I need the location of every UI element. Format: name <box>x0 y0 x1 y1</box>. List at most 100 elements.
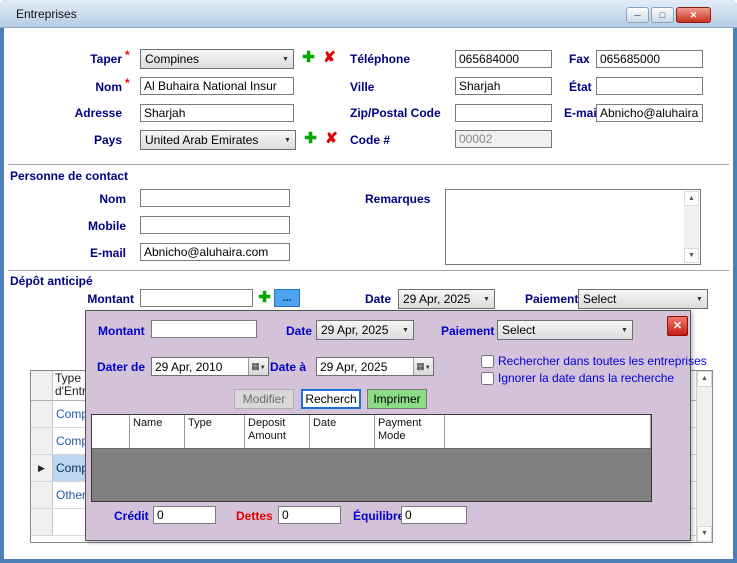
pays-combobox[interactable]: United Arab Emirates ▼ <box>140 130 296 150</box>
deposit-group-title: Dépôt anticipé <box>10 274 93 288</box>
date-a-value: 29 Apr, 2025 <box>317 360 413 374</box>
results-col-selector[interactable] <box>92 415 130 448</box>
results-col-payment-mode[interactable]: Payment Mode <box>375 415 445 448</box>
zip-field[interactable] <box>455 104 552 122</box>
close-icon: ✕ <box>673 320 682 332</box>
pays-label: Pays <box>60 133 122 147</box>
ville-field[interactable] <box>455 77 552 95</box>
dialog-paiement-label: Paiement <box>441 324 494 338</box>
results-table: Name Type Deposit Amount Date Payment Mo… <box>91 414 652 502</box>
delete-country-button[interactable]: ✘ <box>322 129 341 148</box>
checkbox-input[interactable] <box>481 355 494 368</box>
calendar-icon: ▦ <box>416 361 425 371</box>
contact-mobile-label: Mobile <box>60 219 126 233</box>
scroll-down-icon[interactable]: ▼ <box>697 526 712 542</box>
taper-combobox-value: Compines <box>141 52 278 66</box>
scroll-down-icon[interactable]: ▼ <box>684 248 699 263</box>
checkbox-label: Ignorer la date dans la recherche <box>498 371 674 385</box>
etat-field[interactable] <box>596 77 703 95</box>
dater-de-label: Dater de <box>97 360 145 374</box>
modifier-button[interactable]: Modifier <box>234 389 294 409</box>
window-title: Entreprises <box>16 7 77 21</box>
deposit-browse-button[interactable]: ... <box>274 289 300 307</box>
results-col-type[interactable]: Type <box>185 415 245 448</box>
imprimer-button[interactable]: Imprimer <box>367 389 427 409</box>
results-table-header: Name Type Deposit Amount Date Payment Mo… <box>92 415 651 449</box>
add-deposit-button[interactable]: ✚ <box>255 288 274 307</box>
chevron-down-icon: ▼ <box>398 327 413 334</box>
pays-combobox-value: United Arab Emirates <box>141 133 280 147</box>
results-col-deposit-amount[interactable]: Deposit Amount <box>245 415 310 448</box>
equilibre-field[interactable] <box>401 506 467 524</box>
date-a-label: Date à <box>270 360 306 374</box>
add-country-button[interactable]: ✚ <box>301 129 320 148</box>
results-col-date[interactable]: Date <box>310 415 375 448</box>
code-field <box>455 130 552 148</box>
calendar-dropdown-button[interactable]: ▦▼ <box>413 358 433 375</box>
adresse-field[interactable] <box>140 104 294 122</box>
deposit-date-combobox[interactable]: 29 Apr, 2025 ▼ <box>398 289 495 309</box>
fax-field[interactable] <box>596 50 703 68</box>
credit-field[interactable] <box>153 506 216 524</box>
dater-de-value: 29 Apr, 2010 <box>152 360 248 374</box>
maximize-icon: □ <box>660 10 665 20</box>
grid-scrollbar[interactable]: ▲ ▼ <box>696 371 712 542</box>
delete-type-button[interactable]: ✘ <box>320 48 339 67</box>
dialog-paiement-combobox[interactable]: Select ▼ <box>497 320 633 340</box>
minimize-button[interactable]: ─ <box>626 7 649 23</box>
contact-nom-label: Nom <box>60 192 126 206</box>
contact-nom-field[interactable] <box>140 189 290 207</box>
nom-field[interactable] <box>140 77 294 95</box>
chevron-down-icon: ▼ <box>617 327 632 334</box>
paiement-label: Paiement <box>525 292 578 306</box>
montant-field[interactable] <box>140 289 253 307</box>
paiement-combobox[interactable]: Select ▼ <box>578 289 708 309</box>
paiement-value: Select <box>579 292 692 306</box>
dialog-close-button[interactable]: ✕ <box>667 316 688 336</box>
checkbox-label: Rechercher dans toutes les entreprises <box>498 354 707 368</box>
maximize-button[interactable]: □ <box>651 7 674 23</box>
scroll-up-icon[interactable]: ▲ <box>697 371 712 387</box>
scroll-up-icon[interactable]: ▲ <box>684 191 699 206</box>
ellipsis-icon: ... <box>282 292 291 304</box>
search-all-entreprises-checkbox[interactable]: Rechercher dans toutes les entreprises <box>481 354 707 368</box>
dialog-montant-field[interactable] <box>151 320 257 338</box>
remarques-scrollbar[interactable]: ▲ ▼ <box>684 191 699 263</box>
separator <box>8 270 729 272</box>
checkbox-input[interactable] <box>481 372 494 385</box>
contact-group-title: Personne de contact <box>10 169 128 183</box>
date-a-datepicker[interactable]: 29 Apr, 2025 ▦▼ <box>316 357 434 376</box>
dettes-field[interactable] <box>278 506 341 524</box>
dialog-date-combobox[interactable]: 29 Apr, 2025 ▼ <box>316 320 414 340</box>
chevron-down-icon: ▼ <box>278 56 293 63</box>
contact-email-label: E-mail <box>60 246 126 260</box>
close-icon: ✕ <box>690 10 698 20</box>
contact-email-field[interactable] <box>140 243 290 261</box>
form-client-area: Taper * Compines ▼ ✚ ✘ Téléphone Fax Nom… <box>4 28 733 559</box>
email-field[interactable] <box>596 104 703 122</box>
row-selector-arrow-icon: ▶ <box>31 455 53 481</box>
add-type-button[interactable]: ✚ <box>299 48 318 67</box>
recherch-button[interactable]: Recherch <box>301 389 361 409</box>
remarques-textarea[interactable]: ▲ ▼ <box>445 189 701 265</box>
results-col-name[interactable]: Name <box>130 415 185 448</box>
dater-de-datepicker[interactable]: 29 Apr, 2010 ▦▼ <box>151 357 269 376</box>
separator <box>8 164 729 166</box>
close-button[interactable]: ✕ <box>676 7 711 23</box>
calendar-dropdown-button[interactable]: ▦▼ <box>248 358 268 375</box>
nom-required-marker: * <box>125 76 130 90</box>
delete-icon: ✘ <box>325 130 338 147</box>
ignore-date-checkbox[interactable]: Ignorer la date dans la recherche <box>481 371 674 385</box>
contact-mobile-field[interactable] <box>140 216 290 234</box>
title-bar[interactable]: Entreprises ─ □ ✕ <box>0 0 737 28</box>
dialog-paiement-value: Select <box>498 323 617 337</box>
chevron-down-icon: ▼ <box>425 365 431 371</box>
taper-combobox[interactable]: Compines ▼ <box>140 49 294 69</box>
remarques-label: Remarques <box>365 192 430 206</box>
montant-label: Montant <box>66 292 134 306</box>
chevron-down-icon: ▼ <box>479 296 494 303</box>
plus-icon: ✚ <box>304 130 317 147</box>
telephone-field[interactable] <box>455 50 552 68</box>
dialog-date-value: 29 Apr, 2025 <box>317 323 398 337</box>
plus-icon: ✚ <box>302 49 315 66</box>
